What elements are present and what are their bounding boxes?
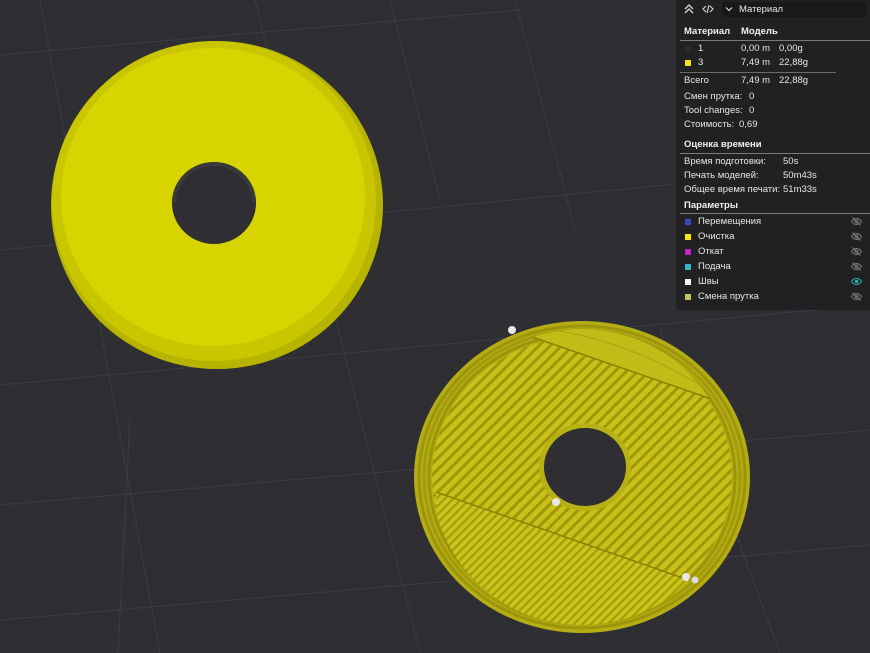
cost-label: Стоимость:: [684, 119, 735, 130]
total-print-time-value: 51m33s: [783, 184, 817, 195]
eye-hidden-icon[interactable]: [851, 292, 862, 301]
prepare-time-value: 50s: [783, 156, 799, 167]
param-label: Очистка: [698, 231, 735, 242]
gcode-legend-panel: Материал Материал Модель 1 0,00 m 0,00g …: [676, 0, 870, 310]
washer-model[interactable]: [51, 41, 383, 369]
tool-changes-label: Tool changes:: [684, 105, 743, 116]
legend-toolbar: Материал: [676, 0, 870, 19]
seam-point: [508, 326, 516, 334]
chevron-down-icon: [724, 4, 734, 14]
travel-color-swatch: [685, 219, 691, 225]
divider: [680, 40, 870, 41]
seam-point: [552, 498, 560, 506]
param-label: Откат: [698, 246, 724, 257]
seams-color-swatch: [685, 279, 691, 285]
eye-hidden-icon[interactable]: [851, 247, 862, 256]
seam-point: [682, 573, 690, 581]
cost-value: 0,69: [739, 119, 758, 130]
total-label: Всего: [684, 75, 709, 86]
divider: [680, 72, 836, 73]
divider: [680, 213, 870, 214]
collapse-icon[interactable]: [683, 3, 695, 15]
filament-changes-value: 0: [749, 91, 755, 102]
seam-point: [691, 576, 699, 584]
model-print-time-label: Печать моделей:: [684, 170, 759, 181]
material-3-weight: 22,88g: [779, 57, 809, 68]
time-estimate-title: Оценка времени: [684, 139, 762, 150]
prepare-time-label: Время подготовки:: [684, 156, 766, 167]
material-3-id: 3: [698, 57, 704, 68]
material-1-id: 1: [698, 43, 704, 54]
divider: [680, 153, 870, 154]
material-column-header: Материал: [684, 26, 731, 37]
material-1-length: 0,00 m: [741, 43, 771, 54]
filament-change-color-swatch: [685, 294, 691, 300]
toolpath-preview[interactable]: [414, 300, 750, 640]
view-type-dropdown[interactable]: Материал: [722, 2, 866, 17]
view-type-value: Материал: [739, 4, 784, 15]
param-label: Перемещения: [698, 216, 762, 227]
eye-hidden-icon[interactable]: [851, 262, 862, 271]
code-view-icon[interactable]: [702, 3, 714, 15]
material-3-color-swatch: [685, 60, 691, 66]
total-weight: 22,88g: [779, 75, 809, 86]
wipe-color-swatch: [685, 234, 691, 240]
param-label: Подача: [698, 261, 731, 272]
material-1-color-swatch: [685, 46, 691, 52]
total-print-time-label: Общее время печати:: [684, 184, 781, 195]
model-print-time-value: 50m43s: [783, 170, 817, 181]
total-length: 7,49 m: [741, 75, 771, 86]
eye-visible-icon[interactable]: [851, 277, 862, 286]
material-1-weight: 0,00g: [779, 43, 803, 54]
eye-hidden-icon[interactable]: [851, 232, 862, 241]
model-column-header: Модель: [741, 26, 778, 37]
eye-hidden-icon[interactable]: [851, 217, 862, 226]
feed-color-swatch: [685, 264, 691, 270]
material-3-length: 7,49 m: [741, 57, 771, 68]
parameters-title: Параметры: [684, 200, 738, 211]
retract-color-swatch: [685, 249, 691, 255]
tool-changes-value: 0: [749, 105, 755, 116]
param-label: Смена прутка: [698, 291, 759, 302]
filament-changes-label: Смен прутка:: [684, 91, 743, 102]
param-label: Швы: [698, 276, 719, 287]
